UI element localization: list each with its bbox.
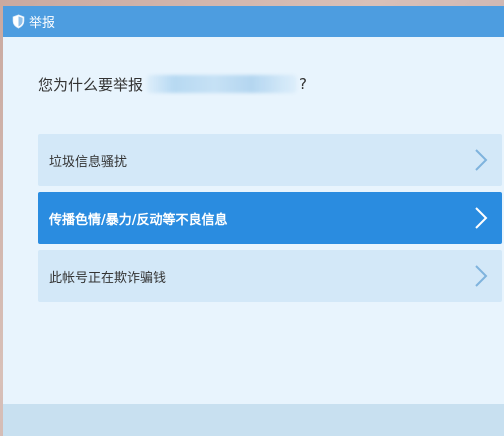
option-label: 此帐号正在欺诈骗钱: [49, 270, 167, 286]
blurred-account-name: [147, 75, 298, 93]
question-prefix: 您为什么要举报: [38, 75, 144, 94]
option-spam[interactable]: 垃圾信息骚扰: [38, 134, 502, 186]
report-dialog: 举报 您为什么要举报 ? 垃圾信息骚扰 传播色情/暴力/反动等不良信息 此帐号正…: [3, 6, 504, 436]
report-options: 垃圾信息骚扰 传播色情/暴力/反动等不良信息 此帐号正在欺诈骗钱: [38, 134, 502, 308]
chevron-right-icon: [474, 148, 488, 172]
dialog-footer: [3, 404, 504, 436]
titlebar[interactable]: 举报: [3, 6, 504, 37]
option-label: 传播色情/暴力/反动等不良信息: [49, 212, 228, 228]
dialog-title: 举报: [29, 16, 56, 31]
chevron-right-icon: [474, 206, 488, 230]
option-label: 垃圾信息骚扰: [49, 154, 128, 170]
option-fraud[interactable]: 此帐号正在欺诈骗钱: [38, 250, 502, 302]
option-inappropriate-content[interactable]: 传播色情/暴力/反动等不良信息: [38, 192, 502, 244]
question-suffix: ?: [299, 75, 307, 93]
report-question: 您为什么要举报 ?: [38, 72, 307, 96]
shield-icon: [11, 14, 25, 30]
chevron-right-icon: [474, 264, 488, 288]
